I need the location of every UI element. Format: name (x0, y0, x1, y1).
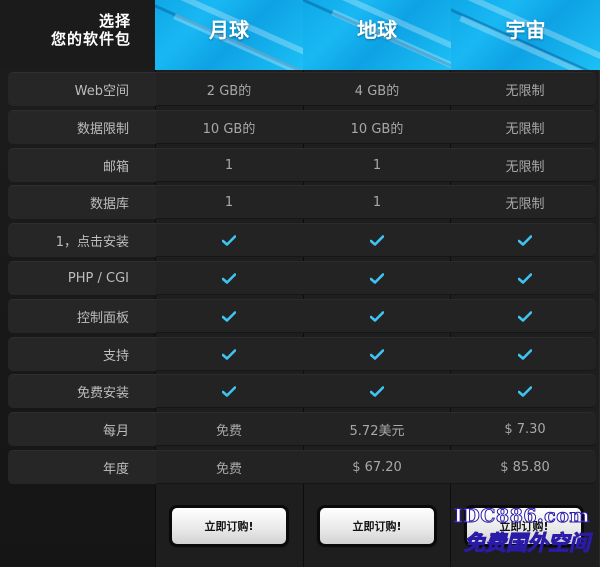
row-label: PHP / CGI (8, 261, 156, 295)
table-cell: 无限制 (505, 83, 545, 99)
check-icon (451, 374, 599, 408)
table-corner: 选择 您的软件包 (0, 0, 155, 70)
table-cell: $ 85.80 (500, 459, 550, 475)
check-icon (303, 299, 451, 333)
check-icon (303, 374, 451, 408)
plan-name-earth: 地球 (357, 18, 397, 42)
order-button-earth[interactable]: 立即订购! (320, 508, 434, 544)
check-icon (451, 337, 599, 371)
table-cell: 无限制 (505, 196, 545, 212)
table-cell: 免费 (215, 461, 242, 477)
check-icon (303, 223, 451, 257)
row-label: 支持 (8, 337, 156, 371)
row-label: Web空间 (8, 72, 156, 106)
table-cell: 1 (372, 194, 382, 210)
table-cell: 1 (224, 157, 234, 173)
table-cell: 免费 (215, 423, 242, 439)
check-icon (303, 337, 451, 371)
order-button-moon[interactable]: 立即订购! (172, 508, 286, 544)
check-icon (451, 299, 599, 333)
row-label: 1，点击安装 (8, 223, 156, 257)
check-icon (451, 223, 599, 257)
check-icon (303, 261, 451, 295)
row-label: 控制面板 (8, 299, 156, 333)
row-label: 免费安装 (8, 374, 156, 408)
plan-name-moon: 月球 (209, 18, 249, 42)
watermark-domain: IDC886.com (453, 505, 590, 528)
row-label: 年度 (8, 450, 156, 484)
plan-header-moon: 月球 (155, 0, 303, 70)
table-cell: $ 7.30 (504, 421, 546, 437)
row-label: 邮箱 (8, 148, 156, 182)
table-cell: 无限制 (505, 159, 545, 175)
table-cell: 无限制 (505, 121, 545, 137)
row-label: 每月 (8, 412, 156, 446)
row-label: 数据限制 (8, 110, 156, 144)
check-icon (155, 223, 303, 257)
plan-header-earth: 地球 (303, 0, 451, 70)
watermark-slogan: 免费国外空间 (464, 530, 591, 556)
table-cell: 1 (372, 157, 382, 173)
row-label: 数据库 (8, 185, 156, 219)
pricing-table: 选择 您的软件包 月球 地球 宇宙 Web空间 2 GB的 4 GB的 无限制 数据限制… (0, 0, 600, 567)
check-icon (155, 374, 303, 408)
table-cell: 2 GB的 (206, 83, 252, 99)
corner-title-line2: 您的软件包 (50, 30, 131, 48)
table-cell: 10 GB的 (350, 121, 404, 137)
check-icon (155, 261, 303, 295)
check-icon (155, 337, 303, 371)
check-icon (155, 299, 303, 333)
table-cell: 10 GB的 (202, 121, 256, 137)
table-cell: 5.72美元 (349, 423, 405, 439)
table-cell: $ 67.20 (352, 459, 402, 475)
plan-name-universe: 宇宙 (505, 18, 546, 42)
plan-header-universe: 宇宙 (451, 0, 600, 70)
check-icon (451, 261, 599, 295)
table-cell: 4 GB的 (354, 83, 400, 99)
table-cell: 1 (224, 194, 234, 210)
